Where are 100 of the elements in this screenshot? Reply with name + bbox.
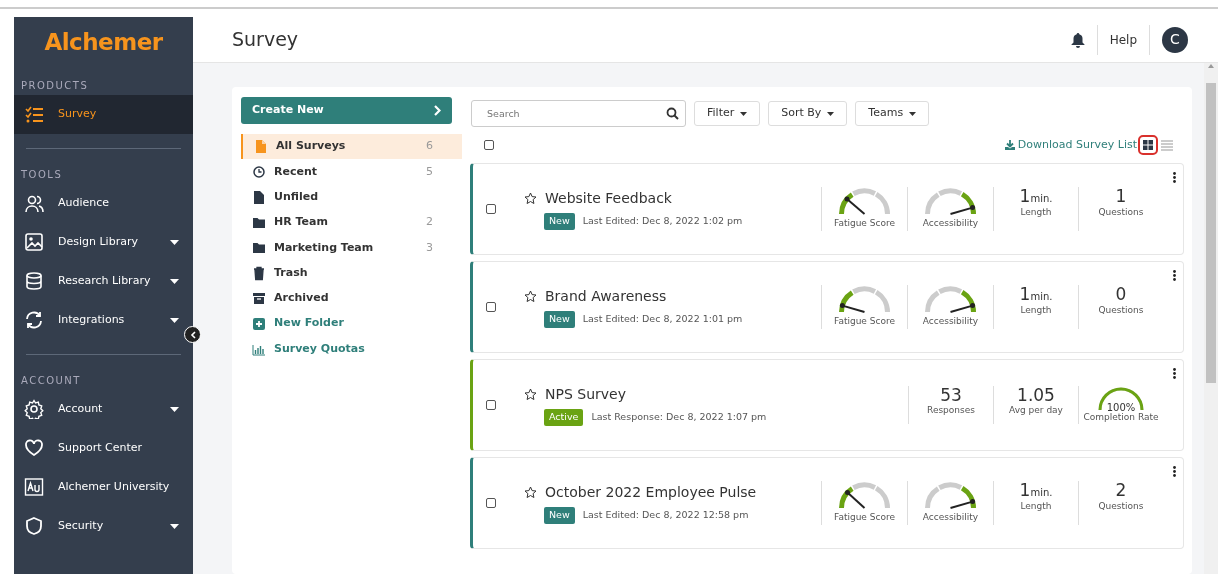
heart-icon [24, 438, 44, 458]
grid-view-button[interactable] [1140, 137, 1156, 153]
clock-icon [252, 164, 266, 180]
folder-item[interactable]: Unfiled [241, 184, 462, 210]
folder-item[interactable]: Archived [241, 285, 462, 312]
status-tag: New [544, 311, 575, 328]
star-icon[interactable] [524, 486, 537, 500]
sidebar-item[interactable]: Survey [14, 94, 193, 134]
stat-label: Fatigue Score [834, 511, 895, 525]
checkbox[interactable] [486, 400, 496, 410]
stat-label: Questions [1098, 499, 1144, 513]
checkbox[interactable] [486, 204, 496, 214]
page-title: Survey [232, 27, 299, 53]
checkbox[interactable] [486, 302, 496, 312]
caret-icon [909, 111, 917, 116]
gauge-drawing [925, 285, 976, 316]
survey-title[interactable]: October 2022 Employee Pulse [545, 482, 757, 504]
kebab-menu-icon[interactable] [1173, 466, 1176, 477]
sidebar-item[interactable]: Audience [14, 183, 193, 223]
archive-box-icon [252, 290, 266, 306]
item-count: 6 [426, 138, 434, 155]
survey-title[interactable]: Brand Awareness [545, 286, 667, 308]
plus-square-icon [252, 316, 266, 332]
item-count: 5 [426, 163, 434, 180]
star-icon[interactable] [524, 388, 537, 402]
folder-item[interactable]: All Surveys 6 [241, 134, 462, 160]
stat-label: Responses [927, 404, 975, 418]
sidebar-item[interactable]: Research Library [14, 261, 193, 301]
select-all-checkbox[interactable] [484, 140, 494, 150]
settings-icon [24, 399, 44, 419]
stat-label: Fatigue Score [834, 315, 895, 329]
stat-value: 1.05 [1017, 385, 1055, 405]
gauge-drawing [925, 187, 976, 218]
search-field[interactable]: Search [471, 100, 686, 127]
star-icon[interactable] [524, 290, 537, 304]
search-icon [666, 107, 679, 120]
stat-label: Accessibility [922, 511, 979, 525]
grid-icon [1142, 139, 1154, 151]
survey-title[interactable]: Website Feedback [545, 188, 672, 210]
stat-label: Avg per day [1009, 404, 1063, 418]
stat-value: 1min. [1019, 187, 1053, 206]
kebab-menu-icon[interactable] [1173, 172, 1176, 183]
item-count: 2 [426, 214, 434, 231]
gauge-drawing [925, 481, 976, 512]
stat-label: Fatigue Score [834, 217, 895, 231]
folder-item[interactable]: Trash [241, 260, 462, 286]
sidebar-item[interactable]: Account [14, 389, 193, 429]
checkbox[interactable] [486, 498, 496, 508]
sidebar-item[interactable]: Support Center [14, 428, 193, 468]
au-logo-icon [24, 477, 44, 497]
sync-icon [24, 310, 44, 330]
notification-bell-icon[interactable] [1070, 31, 1085, 48]
shield-icon [24, 516, 44, 536]
scrollbar[interactable] [1204, 63, 1218, 574]
survey-card[interactable]: Brand Awareness New Last Edited: Dec 8, 2022 1:01 pm Fatigue Score Accessibility 1min. Length 0 Questions [470, 261, 1184, 353]
folder-icon [252, 215, 266, 231]
survey-title[interactable]: NPS Survey [545, 384, 626, 406]
status-tag: New [544, 507, 575, 524]
database-icon [24, 271, 44, 291]
stat-value: 1 [1115, 187, 1127, 206]
folder-item[interactable]: Marketing Team 3 [241, 235, 462, 261]
stat-label: Completion Rate [1083, 411, 1159, 424]
folder-icon [252, 240, 266, 256]
stat-value: 2 [1115, 481, 1127, 500]
dropdown-button[interactable]: Teams [855, 101, 930, 126]
user-avatar[interactable]: C [1162, 26, 1188, 53]
stat-label: Questions [1098, 205, 1144, 219]
last-edited-text: Last Edited: Dec 8, 2022 1:01 pm [582, 312, 743, 327]
star-icon[interactable] [524, 192, 537, 206]
stat-value: 1min. [1019, 481, 1053, 500]
sidebar-item[interactable]: Security [14, 506, 193, 546]
kebab-menu-icon[interactable] [1173, 270, 1176, 281]
document-icon [252, 189, 266, 205]
survey-card[interactable]: Website Feedback New Last Edited: Dec 8, 2022 1:02 pm Fatigue Score Accessibility 1min. Length 1 Questions [470, 163, 1184, 255]
sidebar-item[interactable]: Integrations [14, 300, 193, 340]
kebab-menu-icon[interactable] [1173, 368, 1176, 379]
checklist-icon [24, 104, 44, 124]
help-link[interactable]: Help [1109, 30, 1137, 49]
dropdown-button[interactable]: Sort By [768, 101, 848, 126]
folder-item[interactable]: Recent 5 [241, 159, 462, 185]
create-new-button[interactable]: Create New [241, 97, 452, 124]
stat-value: 0 [1115, 285, 1127, 304]
last-edited-text: Last Response: Dec 8, 2022 1:07 pm [591, 410, 767, 425]
survey-card[interactable]: October 2022 Employee Pulse New Last Edited: Dec 8, 2022 12:58 pm Fatigue Score Accessibility 1min. Length 2 Questions [470, 457, 1184, 549]
last-edited-text: Last Edited: Dec 8, 2022 1:02 pm [582, 214, 743, 229]
stat-label: Questions [1098, 303, 1144, 317]
sidebar-item[interactable]: Design Library [14, 222, 193, 262]
folder-item[interactable]: HR Team 2 [241, 209, 462, 236]
logo[interactable]: Alchemer [14, 17, 193, 72]
download-link[interactable]: Download Survey List [1004, 136, 1137, 154]
stat-value: 1min. [1019, 285, 1053, 304]
list-icon [1161, 139, 1173, 151]
last-edited-text: Last Edited: Dec 8, 2022 12:58 pm [582, 508, 749, 523]
chevron-right-icon [433, 105, 441, 116]
trash-icon [252, 265, 266, 281]
action-link[interactable]: New Folder [241, 311, 462, 337]
sidebar-item[interactable]: Alchemer University [14, 467, 193, 507]
dropdown-button[interactable]: Filter [694, 101, 761, 126]
action-link[interactable]: Survey Quotas [241, 336, 462, 362]
survey-card[interactable]: NPS Survey Active Last Response: Dec 8, 2022 1:07 pm 53 Responses 1.05 Avg per day 100% Completion Rate [470, 359, 1184, 451]
